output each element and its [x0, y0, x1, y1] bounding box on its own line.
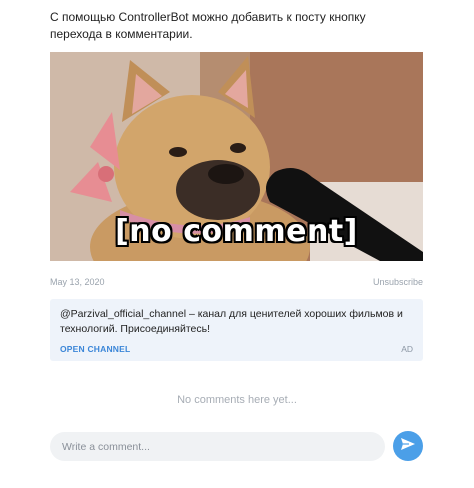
sponsored-card[interactable]: @Parzival_official_channel – канал для ц… — [50, 299, 423, 361]
sponsored-text: @Parzival_official_channel – канал для ц… — [60, 308, 403, 335]
send-button[interactable] — [393, 431, 423, 461]
post-media-image[interactable]: [no comment] — [50, 52, 423, 261]
open-channel-button[interactable]: OPEN CHANNEL — [60, 344, 130, 354]
ad-badge: AD — [401, 344, 413, 354]
discussion-widget: С помощью ControllerBot можно добавить к… — [0, 0, 474, 488]
post-text: С помощью ControllerBot можно добавить к… — [50, 10, 366, 41]
unsubscribe-link[interactable]: Unsubscribe — [373, 277, 423, 287]
send-icon — [400, 437, 416, 456]
empty-comments-text: No comments here yet... — [177, 394, 297, 406]
comment-input[interactable] — [50, 432, 385, 461]
post-date: May 13, 2020 — [50, 277, 105, 287]
french-bulldog-image — [50, 52, 423, 261]
